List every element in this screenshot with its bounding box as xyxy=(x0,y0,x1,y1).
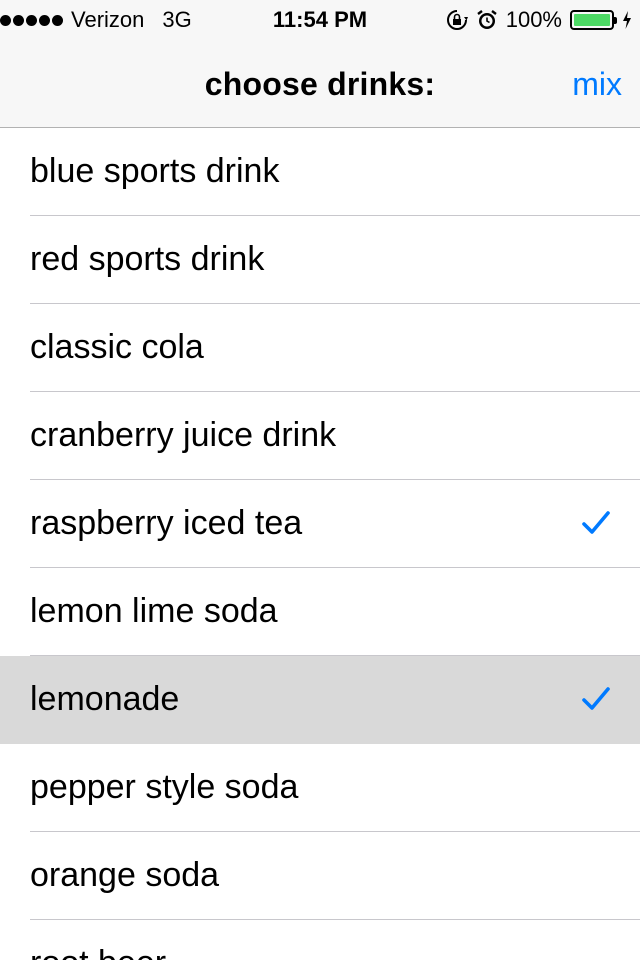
battery-percent: 100% xyxy=(505,7,562,32)
drink-row[interactable]: root beer xyxy=(0,920,640,960)
drink-label: red sports drink xyxy=(30,240,265,278)
status-right: 100% xyxy=(446,7,632,33)
battery-fill xyxy=(574,14,610,26)
drink-row[interactable]: classic cola xyxy=(0,304,640,392)
drink-label: classic cola xyxy=(30,328,204,366)
drink-label: lemonade xyxy=(30,680,180,718)
drink-label: blue sports drink xyxy=(30,152,280,190)
drink-row[interactable]: red sports drink xyxy=(0,216,640,304)
screen: Verizon 3G 11:54 PM 100% choose drinks: … xyxy=(0,0,640,960)
drink-label: root beer xyxy=(30,944,166,960)
drink-label: orange soda xyxy=(30,856,220,894)
drink-label: lemon lime soda xyxy=(30,592,278,630)
drink-list: blue sports drink red sports drink classic… xyxy=(0,128,640,960)
drink-label: pepper style soda xyxy=(30,768,299,806)
navigation-bar: choose drinks: mix xyxy=(0,40,640,128)
checkmark-icon xyxy=(582,687,610,710)
drink-row[interactable]: raspberry iced tea xyxy=(0,480,640,568)
drink-row[interactable]: orange soda xyxy=(0,832,640,920)
drink-row[interactable]: pepper style soda xyxy=(0,744,640,832)
drink-row[interactable]: cranberry juice drink xyxy=(0,392,640,480)
page-title: choose drinks: xyxy=(204,66,436,102)
checkmark-icon xyxy=(582,511,610,534)
drink-label: raspberry iced tea xyxy=(30,504,303,542)
alarm-icon xyxy=(476,9,498,31)
orientation-lock-icon xyxy=(446,9,468,31)
drink-row[interactable]: blue sports drink xyxy=(0,128,640,216)
mix-button[interactable]: mix xyxy=(572,66,622,103)
battery-icon xyxy=(570,10,617,30)
drink-label: cranberry juice drink xyxy=(30,416,337,454)
drink-row[interactable]: lemonade xyxy=(0,656,640,744)
drink-row[interactable]: lemon lime soda xyxy=(0,568,640,656)
charging-bolt-icon xyxy=(622,11,632,29)
status-bar: Verizon 3G 11:54 PM 100% xyxy=(0,0,640,40)
